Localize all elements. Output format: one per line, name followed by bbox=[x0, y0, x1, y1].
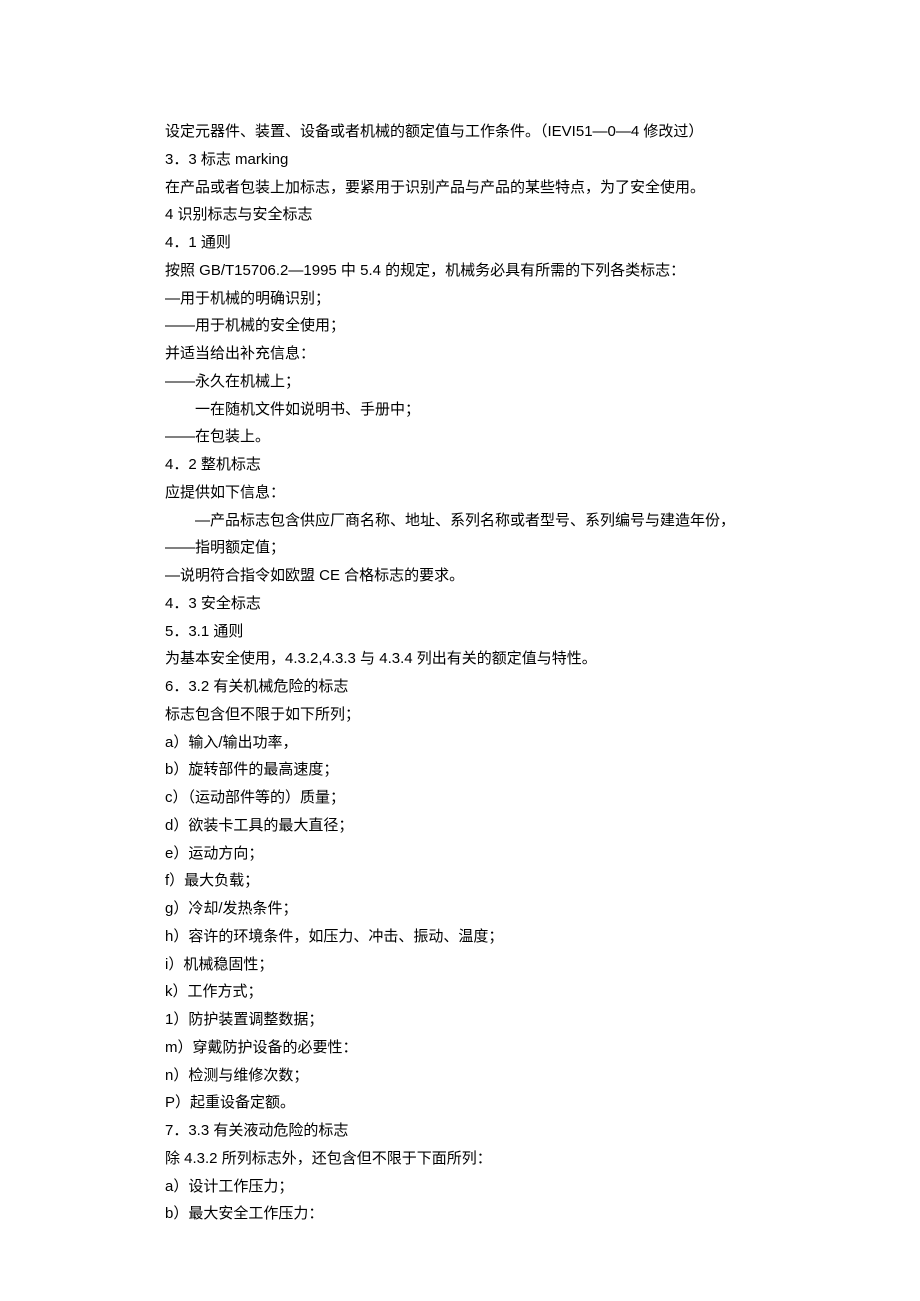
text-line: —用于机械的明确识别； bbox=[165, 285, 785, 313]
text-line: f）最大负载； bbox=[165, 867, 785, 895]
text-line: d）欲装卡工具的最大直径； bbox=[165, 812, 785, 840]
text-line: 4．1 通则 bbox=[165, 229, 785, 257]
text-line: 7．3.3 有关液动危险的标志 bbox=[165, 1117, 785, 1145]
text-line: 1）防护装置调整数据； bbox=[165, 1006, 785, 1034]
text-line: ——指明额定值； bbox=[165, 534, 785, 562]
text-line: c）（运动部件等的）质量； bbox=[165, 784, 785, 812]
text-line: P）起重设备定额。 bbox=[165, 1089, 785, 1117]
text-line: e）运动方向； bbox=[165, 840, 785, 868]
text-line: 设定元器件、装置、设备或者机械的额定值与工作条件。（IEVI51—0—4 修改过… bbox=[165, 118, 785, 146]
text-line: ——用于机械的安全使用； bbox=[165, 312, 785, 340]
text-line: —产品标志包含供应厂商名称、地址、系列名称或者型号、系列编号与建造年份， bbox=[165, 507, 785, 535]
text-line: 应提供如下信息： bbox=[165, 479, 785, 507]
text-line: 一在随机文件如说明书、手册中； bbox=[165, 396, 785, 424]
text-line: 按照 GB/T15706.2—1995 中 5.4 的规定，机械务必具有所需的下… bbox=[165, 257, 785, 285]
text-line: 并适当给出补充信息： bbox=[165, 340, 785, 368]
text-line: 6．3.2 有关机械危险的标志 bbox=[165, 673, 785, 701]
text-line: g）冷却/发热条件； bbox=[165, 895, 785, 923]
text-line: 3．3 标志 marking bbox=[165, 146, 785, 174]
text-line: 在产品或者包装上加标志，要紧用于识别产品与产品的某些特点，为了安全使用。 bbox=[165, 174, 785, 202]
text-line: b）最大安全工作压力： bbox=[165, 1200, 785, 1228]
text-line: 标志包含但不限于如下所列； bbox=[165, 701, 785, 729]
text-line: m）穿戴防护设备的必要性： bbox=[165, 1034, 785, 1062]
text-line: 4．3 安全标志 bbox=[165, 590, 785, 618]
text-line: n）检测与维修次数； bbox=[165, 1062, 785, 1090]
text-line: i）机械稳固性； bbox=[165, 951, 785, 979]
text-line: a）设计工作压力； bbox=[165, 1173, 785, 1201]
text-line: a）输入/输出功率， bbox=[165, 729, 785, 757]
text-line: ——永久在机械上； bbox=[165, 368, 785, 396]
text-line: k）工作方式； bbox=[165, 978, 785, 1006]
document-page: 设定元器件、装置、设备或者机械的额定值与工作条件。（IEVI51—0—4 修改过… bbox=[0, 0, 785, 1288]
text-line: ——在包装上。 bbox=[165, 423, 785, 451]
text-line: 5．3.1 通则 bbox=[165, 618, 785, 646]
text-line: 除 4.3.2 所列标志外，还包含但不限于下面所列： bbox=[165, 1145, 785, 1173]
text-line: 为基本安全使用，4.3.2,4.3.3 与 4.3.4 列出有关的额定值与特性。 bbox=[165, 645, 785, 673]
text-line: —说明符合指令如欧盟 CE 合格标志的要求。 bbox=[165, 562, 785, 590]
text-line: b）旋转部件的最高速度； bbox=[165, 756, 785, 784]
text-line: h）容许的环境条件，如压力、冲击、振动、温度； bbox=[165, 923, 785, 951]
text-line: 4 识别标志与安全标志 bbox=[165, 201, 785, 229]
text-line: 4．2 整机标志 bbox=[165, 451, 785, 479]
